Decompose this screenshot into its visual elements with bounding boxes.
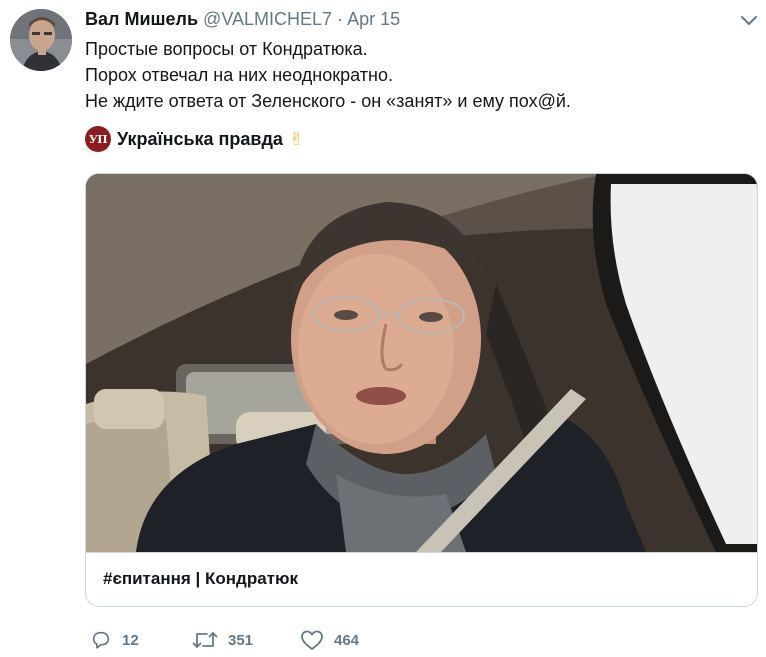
source-name: Українська правда (117, 128, 283, 149)
separator-dot: · (337, 9, 344, 29)
source-logo: УП (85, 126, 111, 152)
retweet-count: 351 (228, 631, 254, 649)
tweet-text: Простые вопросы от Кондратюка. Порох отв… (85, 36, 571, 114)
video-frame-image (86, 174, 757, 552)
source-mention[interactable]: УП Українська правда ✌ (85, 125, 304, 153)
retweet-icon (192, 632, 218, 648)
chevron-down-icon (741, 16, 757, 25)
tweet-text-line: Не ждите ответа от Зеленского - он «заня… (85, 91, 571, 111)
heart-icon (301, 630, 323, 650)
avatar-image (10, 9, 72, 71)
retweet-button[interactable]: 351 (192, 626, 253, 654)
tweet-text-line: Порох отвечал на них неоднократно. (85, 65, 393, 85)
video-thumbnail[interactable] (86, 174, 757, 552)
card-footer[interactable]: #єпитання | Кондратюк (86, 552, 757, 606)
reply-icon (92, 631, 110, 649)
like-button[interactable]: 464 (300, 626, 359, 654)
tweet-header: Вал Мишель @VALMICHEL7 · Apr 15 (85, 8, 400, 30)
tweet-date[interactable]: Apr 15 (347, 9, 400, 29)
video-card[interactable]: #єпитання | Кондратюк (85, 173, 758, 607)
reply-button[interactable]: 12 (90, 626, 139, 654)
tweet-text-line: Простые вопросы от Кондратюка. (85, 39, 368, 59)
reply-count: 12 (122, 631, 139, 649)
like-count: 464 (334, 631, 360, 649)
tweet-menu-button[interactable] (738, 12, 760, 30)
author-handle[interactable]: @VALMICHEL7 (203, 9, 332, 29)
author-name[interactable]: Вал Мишель (85, 9, 198, 29)
card-title[interactable]: #єпитання | Кондратюк (103, 569, 298, 589)
victory-hand-icon: ✌ (288, 128, 305, 149)
avatar[interactable] (10, 9, 72, 71)
